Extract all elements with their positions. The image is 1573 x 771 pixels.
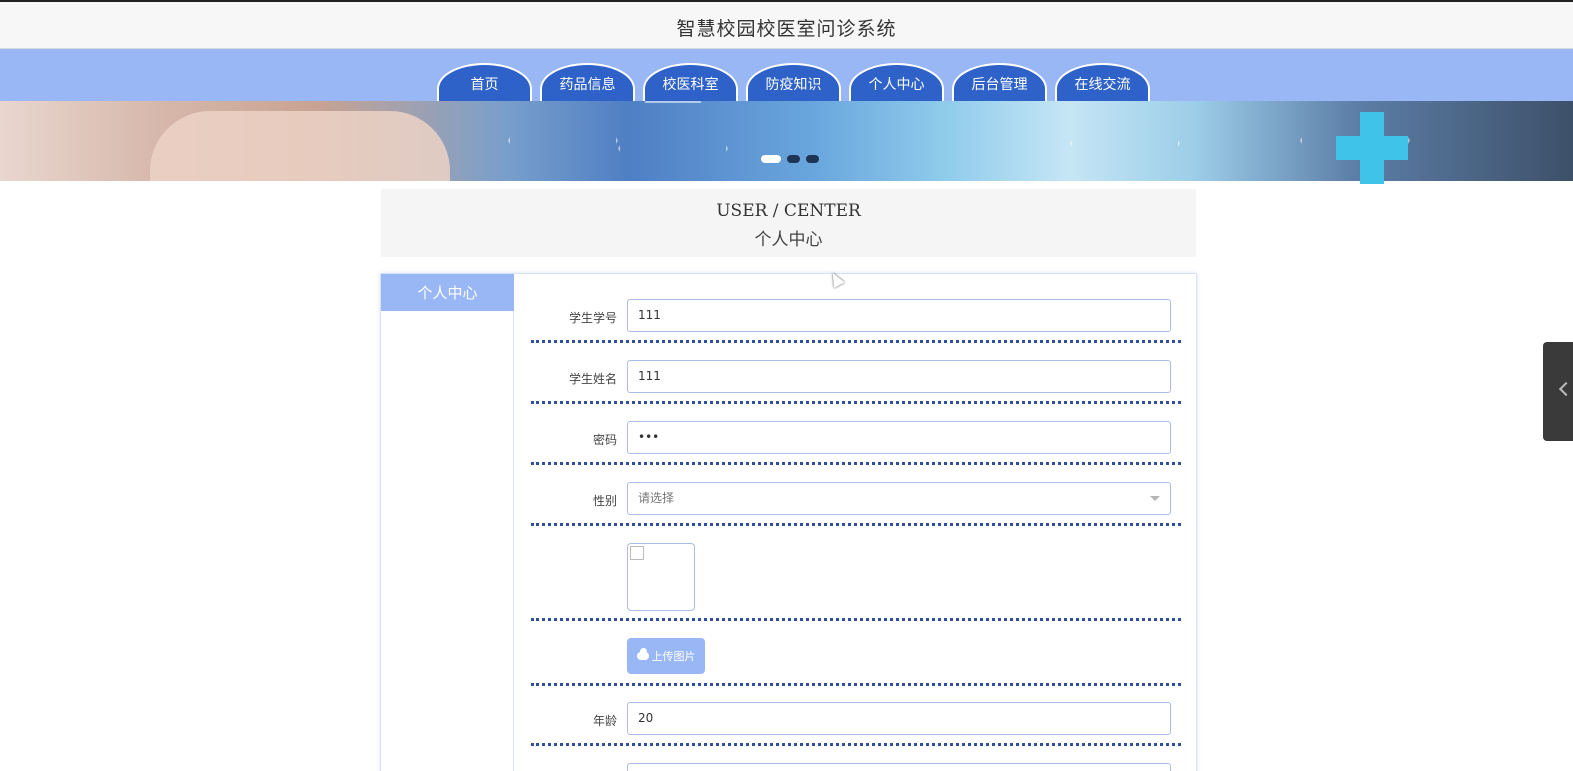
- row-divider: [531, 462, 1181, 465]
- password-input[interactable]: •••: [627, 421, 1171, 454]
- carousel-indicators: [761, 155, 819, 163]
- password-label: 密码: [592, 433, 617, 447]
- sidebar-item-user-center[interactable]: 个人中心: [381, 274, 514, 311]
- nav-tab-home[interactable]: 首页: [437, 63, 532, 101]
- row-divider: [531, 743, 1181, 746]
- student-name-label: 学生姓名: [568, 372, 617, 386]
- site-title: 智慧校园校医室问诊系统: [676, 18, 897, 40]
- row-divider: [531, 523, 1181, 526]
- user-center-panel: 个人中心 学生学号 111 学生姓名 111 密码 ••• 性别 请选择 上传图…: [380, 273, 1197, 771]
- banner-hand-graphic: [150, 111, 450, 181]
- medical-cross-icon: [1336, 112, 1408, 184]
- carousel-dot-2[interactable]: [787, 155, 800, 163]
- broken-image-icon: [630, 546, 644, 560]
- row-divider: [531, 340, 1181, 343]
- nav-tab-departments[interactable]: 校医科室: [643, 63, 738, 101]
- cloud-upload-icon: [636, 648, 649, 660]
- carousel-dot-1[interactable]: [761, 155, 781, 163]
- form-row-gender: 性别 请选择: [531, 482, 1181, 526]
- nav-tab-admin[interactable]: 后台管理: [952, 63, 1047, 101]
- chevron-left-icon: [1558, 381, 1573, 397]
- chevron-down-icon: [1150, 496, 1160, 501]
- gender-label: 性别: [592, 494, 617, 508]
- row-divider: [531, 401, 1181, 404]
- banner-hexagon-icon: [1070, 101, 1180, 181]
- carousel-dot-3[interactable]: [806, 155, 819, 163]
- top-header: 智慧校园校医室问诊系统: [0, 0, 1573, 49]
- form-row-upload: 上传图片: [531, 638, 1181, 688]
- form-row-student-name: 学生姓名 111: [531, 360, 1181, 404]
- side-toggle-button[interactable]: [1543, 342, 1573, 441]
- student-name-input[interactable]: 111: [627, 360, 1171, 393]
- section-heading: USER / CENTER 个人中心: [381, 189, 1196, 257]
- form-row-password: 密码 •••: [531, 421, 1181, 465]
- age-label: 年龄: [592, 714, 617, 728]
- main-navbar: 首页 药品信息 校医科室 防疫知识 个人中心 后台管理 在线交流: [0, 49, 1573, 101]
- form-row-age: 年龄 20: [531, 702, 1181, 746]
- student-id-input[interactable]: 111: [627, 299, 1171, 332]
- avatar-preview[interactable]: [627, 543, 695, 611]
- form-row-next: [531, 763, 1181, 771]
- form-row-student-id: 学生学号 111: [531, 299, 1181, 343]
- nav-tabs: 首页 药品信息 校医科室 防疫知识 个人中心 后台管理 在线交流: [437, 63, 1158, 101]
- next-input[interactable]: [627, 763, 1171, 771]
- banner-hexagon-icon: [618, 101, 728, 181]
- gender-select[interactable]: 请选择: [627, 482, 1171, 515]
- sidebar: 个人中心: [381, 274, 514, 771]
- gender-placeholder: 请选择: [638, 491, 675, 505]
- row-divider: [531, 618, 1181, 621]
- age-input[interactable]: 20: [627, 702, 1171, 735]
- upload-button-label: 上传图片: [651, 650, 696, 663]
- student-id-label: 学生学号: [568, 311, 617, 325]
- section-title-cn: 个人中心: [754, 230, 823, 250]
- nav-tab-user-center[interactable]: 个人中心: [849, 63, 944, 101]
- nav-tab-medicine-info[interactable]: 药品信息: [540, 63, 635, 101]
- nav-tab-epidemic-knowledge[interactable]: 防疫知识: [746, 63, 841, 101]
- form-row-avatar: [531, 543, 1181, 623]
- section-title-en: USER / CENTER: [716, 201, 861, 221]
- banner-hexagon-icon: [508, 101, 618, 181]
- nav-tab-online-chat[interactable]: 在线交流: [1055, 63, 1150, 101]
- upload-image-button[interactable]: 上传图片: [627, 638, 705, 674]
- row-divider: [531, 683, 1181, 686]
